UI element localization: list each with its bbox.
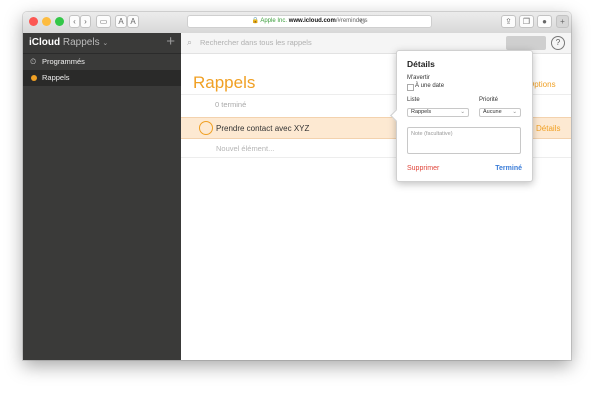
text-larger-button[interactable]: A: [127, 15, 139, 28]
done-button[interactable]: Terminé: [495, 165, 522, 172]
search-icon: ⌕: [187, 37, 193, 47]
search-input[interactable]: Rechercher dans tous les rappels: [200, 38, 312, 47]
zoom-window-button[interactable]: [55, 17, 64, 26]
remind-label: M'avertir: [407, 75, 430, 81]
tabs-icon: ❐: [522, 17, 531, 26]
text-smaller-button[interactable]: A: [115, 15, 127, 28]
user-menu-button[interactable]: [506, 36, 546, 50]
delete-button[interactable]: Supprimer: [407, 165, 439, 172]
on-date-label: À une date: [415, 83, 445, 89]
extension-button[interactable]: ●: [537, 15, 552, 28]
sidebar: iCloud Rappels ⌄ + ⏲ Programmés Rappels: [23, 33, 181, 360]
plus-icon: +: [560, 17, 565, 26]
app-title[interactable]: iCloud Rappels ⌄: [29, 37, 108, 48]
note-field[interactable]: Note (facultative): [407, 127, 521, 154]
details-button[interactable]: Détails: [536, 124, 560, 133]
chevron-left-icon: ‹: [73, 17, 76, 26]
clock-calendar-icon: ⏲: [30, 57, 37, 66]
sidebar-toggle-button[interactable]: ▭: [96, 15, 111, 28]
chevron-down-icon: ⌄: [460, 109, 465, 115]
new-tab-button[interactable]: +: [556, 15, 569, 28]
help-button[interactable]: ?: [551, 36, 565, 50]
list-title: Rappels: [193, 73, 256, 92]
on-date-checkbox[interactable]: [407, 84, 414, 91]
browser-window: ‹ › ▭ A A 🔒 Apple Inc. www.icloud.com/#r…: [23, 12, 571, 360]
priority-label: Priorité: [479, 97, 499, 103]
address-org: Apple Inc.: [260, 18, 288, 24]
sidebar-item-label: Rappels: [42, 73, 70, 82]
chevron-down-icon: ⌄: [102, 40, 109, 47]
chevron-down-icon: ⌄: [512, 109, 517, 115]
list-dot-icon: [31, 75, 37, 81]
list-label: Liste: [407, 97, 420, 103]
priority-select[interactable]: Aucune ⌄: [479, 108, 521, 117]
sidebar-header: iCloud Rappels ⌄ +: [23, 33, 181, 54]
list-select-value: Rappels: [411, 109, 432, 115]
close-window-button[interactable]: [29, 17, 38, 26]
extension-icon: ●: [542, 17, 547, 26]
back-button[interactable]: ‹: [69, 15, 80, 28]
icloud-brand: iCloud: [29, 37, 61, 48]
new-item-input[interactable]: Nouvel élément...: [216, 144, 274, 153]
sidebar-item-rappels[interactable]: Rappels: [23, 70, 181, 86]
reload-icon[interactable]: ↻: [359, 16, 366, 27]
details-popover: Détails M'avertir À une date Liste Prior…: [390, 50, 533, 182]
lock-icon: 🔒: [251, 18, 259, 24]
sidebar-item-label: Programmés: [42, 57, 85, 66]
browser-toolbar: ‹ › ▭ A A 🔒 Apple Inc. www.icloud.com/#r…: [23, 12, 571, 34]
sidebar-item-programmes[interactable]: ⏲ Programmés: [23, 54, 181, 70]
tabs-button[interactable]: ❐: [519, 15, 534, 28]
list-select[interactable]: Rappels ⌄: [407, 108, 469, 117]
address-bar[interactable]: 🔒 Apple Inc. www.icloud.com/#reminders ↻: [187, 15, 432, 28]
forward-button[interactable]: ›: [80, 15, 91, 28]
share-icon: ⇪: [505, 17, 512, 26]
note-placeholder: Note (facultative): [411, 131, 453, 137]
complete-checkbox[interactable]: [199, 121, 213, 135]
reminder-text[interactable]: Prendre contact avec XYZ: [216, 124, 309, 133]
address-domain: www.icloud.com: [288, 18, 336, 24]
share-button[interactable]: ⇪: [501, 15, 516, 28]
app-name: Rappels: [62, 37, 100, 48]
chevron-right-icon: ›: [84, 17, 87, 26]
add-list-button[interactable]: +: [166, 34, 175, 50]
popover-title: Détails: [407, 59, 435, 69]
sidebar-icon: ▭: [99, 17, 108, 26]
priority-select-value: Aucune: [483, 109, 502, 115]
minimize-window-button[interactable]: [42, 17, 51, 26]
completed-count[interactable]: 0 terminé: [215, 100, 246, 109]
